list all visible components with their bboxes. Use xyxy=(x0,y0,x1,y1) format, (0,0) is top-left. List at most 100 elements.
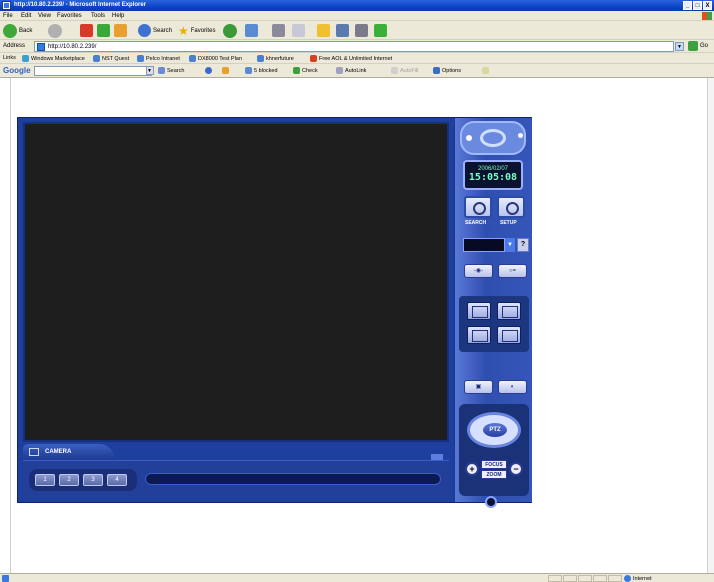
home-button[interactable] xyxy=(114,23,127,38)
link-khnerfuture[interactable]: khnerfuture xyxy=(257,55,294,62)
menu-bar: File Edit View Favorites Tools Help xyxy=(0,11,714,21)
autolink-button[interactable]: AutoLink xyxy=(336,67,366,74)
address-input[interactable]: http://10.80.2.239/ xyxy=(34,41,674,52)
bottom-knob-icon xyxy=(485,496,497,508)
zoom-out-button[interactable]: − xyxy=(509,462,523,476)
layout-quad-icon[interactable] xyxy=(497,302,521,320)
search-button[interactable]: Search xyxy=(138,23,172,38)
pagerank-icon xyxy=(222,67,229,74)
messenger-icon xyxy=(336,24,349,37)
toolbar: Back Search ★ Favorites xyxy=(0,21,714,40)
history-button[interactable] xyxy=(223,23,237,38)
layout-pip-icon[interactable] xyxy=(467,326,491,344)
control-panel: 2006/02/07 15:05:08 SEARCH SETUP ▼ ? -◉-… xyxy=(454,118,532,508)
folder-button[interactable] xyxy=(317,23,330,38)
link-icon xyxy=(22,55,29,62)
popup-blocker-button[interactable]: 5 blocked xyxy=(245,67,278,74)
snapshot-button[interactable]: ○= xyxy=(498,264,527,278)
ptz-joystick[interactable]: PTZ xyxy=(467,412,521,448)
camera-tab[interactable]: CAMERA xyxy=(23,444,115,460)
window-controls: _ □ X xyxy=(683,1,712,10)
channel-dropdown-icon[interactable]: ▼ xyxy=(505,238,515,252)
stop-icon xyxy=(80,24,93,37)
minimize-button[interactable]: _ xyxy=(683,1,692,10)
google-logo[interactable]: Google xyxy=(3,66,31,75)
link-pelco-intranet[interactable]: Pelco Intranet xyxy=(137,55,180,62)
camera-1-button[interactable]: 1 xyxy=(35,474,55,486)
extension-button[interactable] xyxy=(374,23,387,38)
stop-button[interactable] xyxy=(80,23,93,38)
help-button[interactable]: ? xyxy=(517,238,529,252)
menu-file[interactable]: File xyxy=(3,13,13,19)
favorites-button[interactable]: ★ Favorites xyxy=(178,23,215,38)
camera-2-button[interactable]: 2 xyxy=(59,474,79,486)
address-dropdown-icon[interactable]: ▼ xyxy=(675,42,684,51)
autofill-button[interactable]: AutoFill xyxy=(391,67,418,74)
link-windows-marketplace[interactable]: Windows Marketplace xyxy=(22,55,85,62)
mail-button[interactable] xyxy=(245,23,258,38)
link-label: Pelco Intranet xyxy=(146,55,180,62)
maximize-button[interactable]: □ xyxy=(693,1,702,10)
google-dropdown-icon[interactable]: ▼ xyxy=(146,66,154,75)
forward-button[interactable] xyxy=(48,23,62,38)
zoom-in-button[interactable]: + xyxy=(465,462,479,476)
highlight-icon xyxy=(482,67,489,74)
google-search-input[interactable] xyxy=(34,66,152,76)
status-cell xyxy=(593,575,607,582)
video-display[interactable] xyxy=(23,122,449,442)
back-button[interactable]: Back xyxy=(3,23,32,38)
ptz-panel: PTZ + FOCUS ZOOM − xyxy=(459,404,529,496)
capture-button[interactable]: ▣ xyxy=(464,380,493,394)
clock-time: 15:05:08 xyxy=(468,172,518,183)
menu-help[interactable]: Help xyxy=(112,13,124,19)
setup-wrench-icon[interactable] xyxy=(497,196,525,218)
ie-icon xyxy=(2,1,11,10)
status-bar: Internet xyxy=(0,573,714,582)
close-button[interactable]: X xyxy=(703,1,712,10)
refresh-button[interactable] xyxy=(97,23,110,38)
link-nst-quest[interactable]: NST Quest xyxy=(93,55,129,62)
autofill-icon xyxy=(391,67,398,74)
link-label: NST Quest xyxy=(102,55,130,62)
channel-select[interactable] xyxy=(463,238,505,252)
highlight-button[interactable] xyxy=(482,67,489,74)
autolink-label: AutoLink xyxy=(345,67,367,74)
google-search-button[interactable]: Search xyxy=(158,67,184,74)
popup-blocker-icon xyxy=(245,67,252,74)
options-icon xyxy=(433,67,440,74)
print-button[interactable] xyxy=(272,23,285,38)
menu-favorites[interactable]: Favorites xyxy=(57,13,82,19)
edit-button[interactable] xyxy=(292,23,305,38)
menu-view[interactable]: View xyxy=(38,13,51,19)
camera-4-button[interactable]: 4 xyxy=(107,474,127,486)
link-label: DX8000 Test Plan xyxy=(198,55,242,62)
pagerank-button[interactable] xyxy=(222,67,229,74)
link-icon xyxy=(189,55,196,62)
link-free-aol[interactable]: Free AOL & Unlimited Internet xyxy=(310,55,392,62)
windows-logo-icon xyxy=(702,12,712,20)
layout-single-icon[interactable] xyxy=(467,302,491,320)
link-dx8000-test-plan[interactable]: DX8000 Test Plan xyxy=(189,55,242,62)
contrast-button[interactable]: ◐ xyxy=(498,380,527,394)
search-magnifier-icon[interactable] xyxy=(464,196,492,218)
back-label: Back xyxy=(19,27,33,34)
mail-icon xyxy=(245,24,258,37)
menu-edit[interactable]: Edit xyxy=(21,13,31,19)
camera-3-button[interactable]: 3 xyxy=(83,474,103,486)
window-title: http://10.80.2.239/ - Microsoft Internet… xyxy=(14,2,147,8)
google-web-button[interactable] xyxy=(205,67,212,74)
messenger-button[interactable] xyxy=(336,23,349,38)
search-icon xyxy=(138,24,151,37)
spellcheck-button[interactable]: Check xyxy=(293,67,318,74)
record-button[interactable]: -◉- xyxy=(464,264,493,278)
status-cell xyxy=(608,575,622,582)
dvr-viewer: CAMERA 1 2 3 4 2006/02/07 15:05:08 SEARC… xyxy=(17,117,532,508)
people-button[interactable] xyxy=(355,23,368,38)
menu-tools[interactable]: Tools xyxy=(91,13,105,19)
go-button[interactable]: Go xyxy=(688,41,708,51)
power-dot-icon[interactable] xyxy=(466,135,472,141)
layout-sequence-icon[interactable] xyxy=(497,326,521,344)
options-label: Options xyxy=(442,67,461,74)
forward-arrow-icon xyxy=(48,23,62,38)
options-button[interactable]: Options xyxy=(433,67,461,74)
